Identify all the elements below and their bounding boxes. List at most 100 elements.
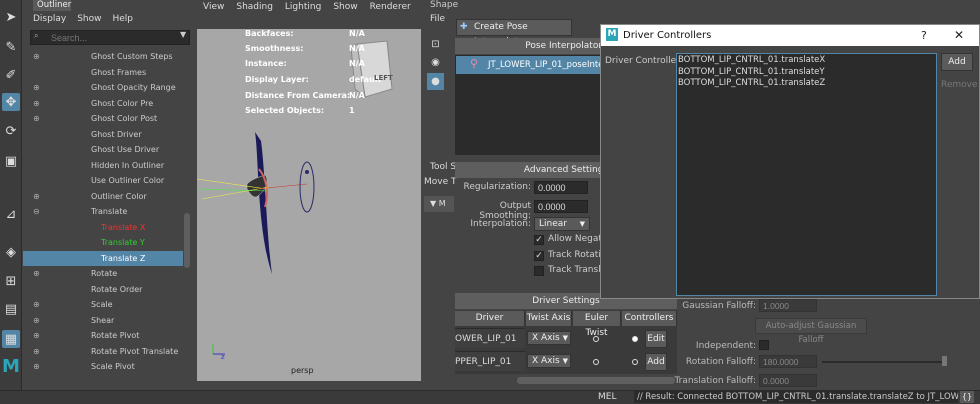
rotation-falloff-field[interactable] xyxy=(759,355,817,368)
menu-lighting[interactable]: Lighting xyxy=(285,2,321,12)
help-icon[interactable]: ? xyxy=(921,25,927,46)
menu-shading[interactable]: Shading xyxy=(236,2,273,12)
expander-icon[interactable]: ⊕ xyxy=(33,49,40,65)
outliner-row[interactable]: ⊕ Shear xyxy=(23,313,183,329)
layout-outliner-icon[interactable]: ▦ xyxy=(2,330,20,348)
snap-tool-icon[interactable]: ⊿ xyxy=(2,205,20,223)
remove-button[interactable]: Remove xyxy=(941,76,978,94)
driver-table-scrollbar[interactable] xyxy=(517,377,675,384)
expander-icon[interactable]: ⊕ xyxy=(33,328,40,344)
tool-settings-tab[interactable]: Tool S xyxy=(430,162,456,172)
layout-side-icon[interactable]: ▤ xyxy=(2,300,20,318)
outliner-row[interactable]: Use Outliner Color xyxy=(23,173,183,189)
column-controllers[interactable]: Controllers xyxy=(622,311,677,326)
outliner-row[interactable]: ⊕ Rotate xyxy=(23,266,183,282)
outliner-row[interactable]: ⊕ Ghost Color Post xyxy=(23,111,183,127)
outliner-row[interactable]: Ghost Frames xyxy=(23,65,183,81)
select-tool-icon[interactable]: ➤ xyxy=(2,8,20,26)
visibility-icon[interactable]: ◉ xyxy=(427,54,444,71)
menu-renderer[interactable]: Renderer xyxy=(370,2,411,12)
allow-negative-checkbox[interactable]: ✓ xyxy=(534,235,544,245)
layout-four-icon[interactable]: ⊞ xyxy=(2,272,20,290)
outliner-tab[interactable]: Outliner xyxy=(33,0,71,11)
rotation-falloff-handle[interactable] xyxy=(942,356,947,366)
outliner-scrollbar[interactable] xyxy=(184,213,190,268)
menu-show[interactable]: Show xyxy=(333,2,357,12)
outliner-row[interactable]: Translate Y xyxy=(23,235,183,251)
menu-help[interactable]: Help xyxy=(112,14,133,24)
auto-adjust-falloff-button[interactable]: Auto-adjust Gaussian Falloff xyxy=(755,318,867,345)
table-row-driver-name[interactable]: OWER_LIP_01 xyxy=(455,328,525,348)
independent-checkbox[interactable] xyxy=(759,340,769,350)
menu-display[interactable]: Display xyxy=(33,14,66,24)
expander-icon[interactable]: ⊖ xyxy=(33,204,40,220)
move-tool-icon[interactable]: ✥ xyxy=(2,93,20,111)
expander-icon[interactable]: ⊕ xyxy=(33,80,40,96)
output-smoothing-field[interactable] xyxy=(534,200,588,213)
menu-view[interactable]: View xyxy=(203,2,224,12)
twist-axis-dropdown[interactable]: X Axis ▼ xyxy=(527,331,571,345)
outliner-row[interactable]: Ghost Driver xyxy=(23,127,183,143)
outliner-row[interactable]: ⊕ Ghost Custom Steps xyxy=(23,49,183,65)
rotate-tool-icon[interactable]: ⟳ xyxy=(2,122,20,140)
interpolation-dropdown[interactable]: Linear ▼ xyxy=(534,217,590,231)
lip-mesh[interactable] xyxy=(197,132,315,274)
gaussian-falloff-field[interactable] xyxy=(759,299,817,312)
outliner-row[interactable]: ⊕ Scale Pivot xyxy=(23,359,183,375)
regularization-field[interactable] xyxy=(534,181,588,194)
expander-icon[interactable]: ⊕ xyxy=(33,297,40,313)
list-item[interactable]: BOTTOM_LIP_CNTRL_01.translateX xyxy=(678,55,825,65)
outliner-row[interactable]: Ghost Use Driver xyxy=(23,142,183,158)
layout-single-icon[interactable]: ◈ xyxy=(2,243,20,261)
track-rotation-checkbox[interactable]: ✓ xyxy=(534,251,544,261)
paint-tool-icon[interactable]: ✐ xyxy=(2,66,20,84)
outliner-row[interactable]: ⊕ Rotate Pivot xyxy=(23,328,183,344)
menu-show[interactable]: Show xyxy=(77,14,101,24)
chevron-down-icon[interactable]: ▼ xyxy=(180,30,186,39)
track-translation-checkbox[interactable] xyxy=(534,266,544,276)
rotation-falloff-slider[interactable] xyxy=(822,361,946,363)
outliner-row[interactable]: ⊕ Ghost Color Pre xyxy=(23,96,183,112)
m-section-row[interactable]: ▼ M xyxy=(424,196,454,212)
outliner-search-input[interactable] xyxy=(30,30,190,45)
create-pose-interpolator-button[interactable]: ✚ Create Pose Interpolator xyxy=(456,19,572,47)
interpolator-item[interactable]: JT_LOWER_LIP_01_poseInterp xyxy=(456,56,612,74)
table-row-driver-name[interactable]: PPER_LIP_01 xyxy=(455,351,525,371)
outliner-row[interactable]: Rotate Order xyxy=(23,282,183,298)
controllers-radio[interactable] xyxy=(632,359,638,365)
outliner-row[interactable]: ⊕ Ghost Opacity Range xyxy=(23,80,183,96)
expander-icon[interactable]: ⊕ xyxy=(33,266,40,282)
outliner-row[interactable]: ⊕ Outliner Color xyxy=(23,189,183,205)
create-icon[interactable]: ⊡ xyxy=(427,36,444,53)
edit-button[interactable]: Edit xyxy=(645,330,667,348)
expander-icon[interactable]: ⊕ xyxy=(33,96,40,112)
translation-falloff-field[interactable] xyxy=(759,374,817,387)
viewport-3d[interactable]: z Backfaces: N/A Smoothness: N/A Instanc… xyxy=(197,29,421,381)
close-icon[interactable]: ✕ xyxy=(954,25,964,46)
lasso-tool-icon[interactable]: ✎ xyxy=(2,38,20,56)
list-item[interactable]: BOTTOM_LIP_CNTRL_01.translateY xyxy=(678,67,825,77)
file-menu[interactable]: File xyxy=(430,14,445,24)
column-driver[interactable]: Driver xyxy=(455,311,525,326)
shape-tab[interactable]: Shape xyxy=(430,0,458,10)
scale-tool-icon[interactable]: ▣ xyxy=(2,152,20,170)
outliner-row[interactable]: ⊕ Rotate Pivot Translate xyxy=(23,344,183,360)
radio-icon[interactable]: ● xyxy=(427,73,444,90)
driver-controllers-list[interactable] xyxy=(676,53,937,296)
column-euler-twist[interactable]: Euler Twist xyxy=(573,311,621,338)
expander-icon[interactable]: ⊕ xyxy=(33,111,40,127)
expander-icon[interactable]: ⊕ xyxy=(33,189,40,205)
outliner-row[interactable]: Hidden In Outliner xyxy=(23,158,183,174)
expander-icon[interactable]: ⊕ xyxy=(33,344,40,360)
euler-twist-radio[interactable] xyxy=(593,359,599,365)
expander-icon[interactable]: ⊕ xyxy=(33,359,40,375)
outliner-row[interactable]: Translate Z xyxy=(23,250,183,266)
mel-label[interactable]: MEL xyxy=(598,391,616,403)
add-button[interactable]: Add xyxy=(941,53,973,71)
list-item[interactable]: BOTTOM_LIP_CNTRL_01.translateZ xyxy=(678,78,825,88)
script-editor-button[interactable]: {} xyxy=(960,391,974,403)
outliner-row[interactable]: Translate X xyxy=(23,220,183,236)
twist-axis-dropdown[interactable]: X Axis ▼ xyxy=(527,354,571,368)
column-twist-axis[interactable]: Twist Axis xyxy=(526,311,572,326)
command-result-line[interactable]: // Result: Connected BOTTOM_LIP_CNTRL_01… xyxy=(634,391,958,403)
